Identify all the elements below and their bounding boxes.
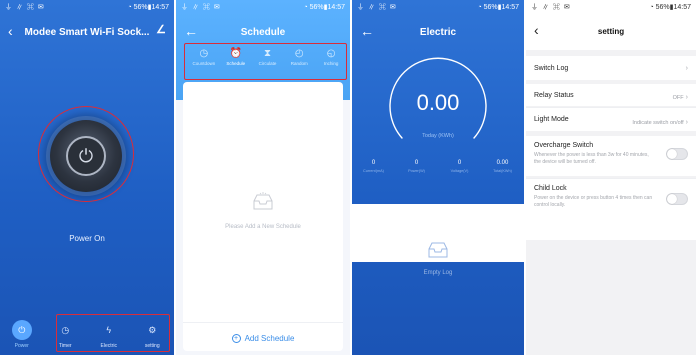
tab-label: Power [14,343,29,349]
power-state-label: Power On [69,234,105,243]
energy-unit: Today (KWh) [422,133,454,139]
relay-status-row[interactable]: Relay Status OFF › [526,84,696,106]
status-icons: ⏚ ∥ ⌘ ✉ [181,4,221,11]
stat-voltage: 0 Voltage(V) [438,160,481,190]
power-icon: ⏻ [11,320,32,340]
page-title: Electric [419,26,457,38]
light-mode-value: Indicate switch on/off [632,119,684,126]
battery-time: ◔ 56%▮14:57 [649,4,691,11]
stat-label: Voltage(V) [450,169,469,173]
toggle-knob [667,194,677,204]
status-icons: ⏚ ∥ ⌘ ✉ [5,4,45,11]
toggle-knob [667,149,677,159]
battery-time: ◔ 56%▮14:57 [303,4,345,11]
add-schedule-label: Add Schedule [244,334,295,343]
overcharge-row: Overcharge Switch Whenever the power is … [526,136,696,176]
highlight-box [184,43,347,80]
chevron-right-icon: › [685,94,688,101]
arrow-left-icon[interactable]: ← [360,23,374,39]
top-navbar: ‹ Modee Smart Wi-Fi Sock... ∠ [0,18,174,46]
chevron-left-icon[interactable]: ‹ [8,23,13,39]
battery-time: ◔ 56%▮14:57 [477,4,519,11]
battery-time: ◔ 56%▮14:57 [127,4,169,11]
relay-status-value: OFF [672,95,684,101]
highlight-circle [38,106,134,202]
status-bar: ⏚ ∥ ⌘ ✉ ◔ 56%▮14:57 [0,0,174,14]
page-title: setting [597,27,625,36]
edit-icon[interactable]: ∠ [156,23,166,36]
divider [183,322,343,323]
child-lock-toggle[interactable] [666,193,688,205]
settings-screen: ⏚ ∥ ⌘ ✉ ◔ 56%▮14:57 ‹ setting Switch Log… [526,0,696,355]
empty-inbox-icon [253,192,273,210]
row-label: Child Lock [534,185,567,192]
row-description: Whenever the power is less than 3w for 4… [534,152,649,166]
row-label: Switch Log [534,64,569,72]
stat-label: Current(mA) [363,169,384,173]
energy-value: 0.00 [416,90,460,115]
status-icons: ⏚ ∥ ⌘ ✉ [357,4,397,11]
page-title: Schedule [240,26,286,38]
add-schedule-button[interactable]: + Add Schedule [183,334,343,343]
top-navbar: ← Schedule [176,18,350,46]
stat-label: Power(W) [408,169,425,173]
row-description: Power on the device or press button 4 ti… [534,195,653,209]
highlight-box [56,314,170,352]
schedule-screen: ⏚ ∥ ⌘ ✉ ◔ 56%▮14:57 ← Schedule ◷ Countdo… [176,0,350,355]
chevron-right-icon: › [685,118,688,126]
status-bar: ⏚ ∥ ⌘ ✉ ◔ 56%▮14:57 [176,0,350,14]
row-label: Light Mode [534,116,569,123]
arrow-left-icon[interactable]: ← [184,23,198,39]
stat-value: 0.00 [496,160,509,166]
row-label: Overcharge Switch [534,142,594,149]
stat-total: 0.00 Total(KWh) [481,160,524,190]
stats-row: 0 Current(mA) 0 Power(W) 0 Voltage(V) 0.… [352,160,524,190]
power-screen: ⏚ ∥ ⌘ ✉ ◔ 56%▮14:57 ‹ Modee Smart Wi-Fi … [0,0,174,355]
switch-log-row[interactable]: Switch Log › [526,56,696,80]
empty-inbox-icon [428,242,448,258]
status-bar: ⏚ ∥ ⌘ ✉ ◔ 56%▮14:57 [352,0,524,14]
empty-schedule-text: Please Add a New Schedule [225,224,301,230]
electric-screen: ⏚ ∥ ⌘ ✉ ◔ 56%▮14:57 ← Electric 0.00 Toda… [352,0,524,355]
chevron-right-icon: › [685,64,688,72]
child-lock-row: Child Lock Power on the device or press … [526,178,696,240]
stat-power: 0 Power(W) [395,160,438,190]
overcharge-toggle[interactable] [666,148,688,160]
status-icons: ⏚ ∥ ⌘ ✉ [531,4,571,11]
stat-value: 0 [457,160,462,166]
stat-current: 0 Current(mA) [352,160,395,190]
schedule-card: Please Add a New Schedule + Add Schedule [183,82,343,351]
plus-icon: + [231,334,241,343]
status-bar: ⏚ ∥ ⌘ ✉ ◔ 56%▮14:57 [526,0,696,14]
stat-value: 0 [371,160,376,166]
tab-power[interactable]: ⏻ Power [0,318,44,354]
row-label: Relay Status [534,91,574,99]
device-title: Modee Smart Wi-Fi Sock... [24,26,150,38]
empty-log-text: Empty Log [423,270,453,276]
light-mode-row[interactable]: Light Mode Indicate switch on/off › [526,107,696,131]
stat-value: 0 [414,160,419,166]
stat-label: Total(KWh) [493,169,512,173]
